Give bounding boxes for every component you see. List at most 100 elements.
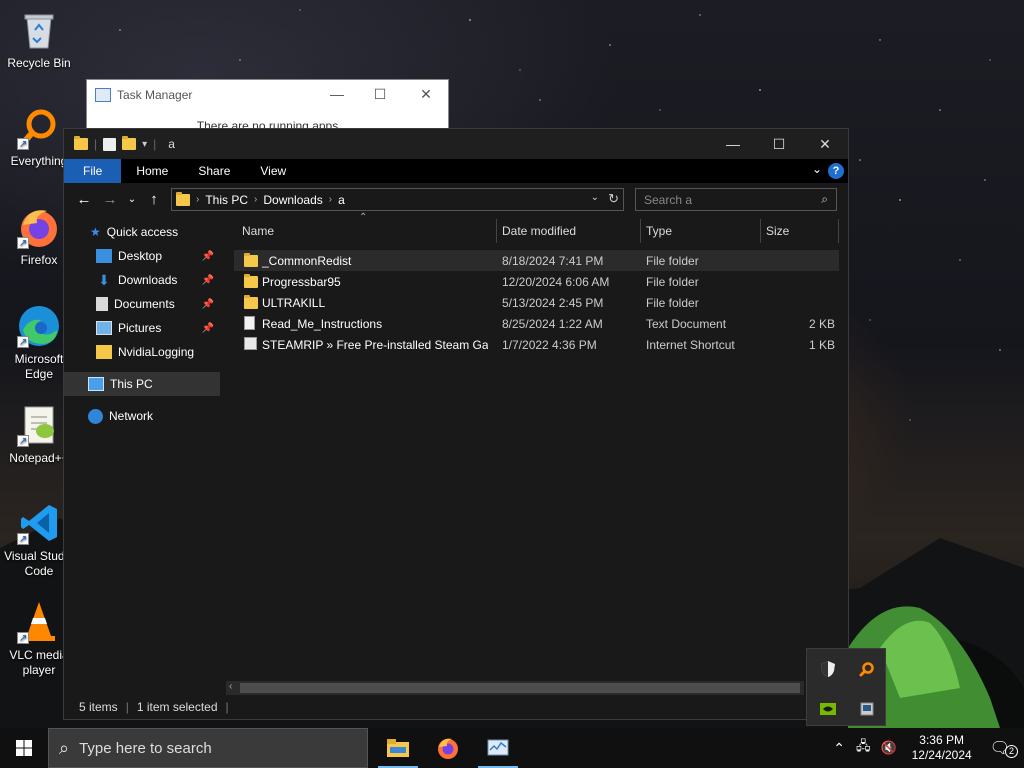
file-date: 12/20/2024 6:06 AM [502, 275, 610, 289]
show-hidden-icons-chevron-icon[interactable]: ⌃ [827, 740, 851, 757]
nav-item-desktop[interactable]: Desktop 📌 [64, 244, 220, 268]
scroll-left-icon[interactable]: ‹ [229, 681, 232, 692]
breadcrumb-a[interactable]: a [338, 193, 345, 207]
volume-muted-icon[interactable]: 🔇 [875, 740, 901, 756]
file-type: File folder [646, 275, 699, 289]
nav-label: Desktop [118, 249, 163, 263]
breadcrumb-downloads[interactable]: Downloads [263, 193, 322, 207]
search-placeholder: Search a [644, 192, 693, 207]
file-row[interactable]: Progressbar95 12/20/2024 6:06 AM File fo… [234, 271, 839, 292]
desktop-icon-label: VLC media player [9, 648, 69, 677]
quick-access-toolbar: | ▾ | a [64, 136, 175, 151]
maximize-icon[interactable]: ☐ [756, 129, 802, 159]
separator: | [153, 137, 157, 151]
close-icon[interactable]: ✕ [411, 86, 441, 103]
tab-file[interactable]: File [64, 159, 122, 183]
sort-ascending-icon: ⌃ [359, 212, 368, 223]
navigation-bar: ← → ⌄ ↑ › This PC › Downloads › a ⌄ ↻ Se… [64, 183, 848, 215]
pin-icon[interactable]: 📌 [202, 275, 214, 286]
column-divider[interactable] [496, 219, 497, 243]
file-row[interactable]: STEAMRIP » Free Pre-installed Steam Ga..… [234, 334, 839, 355]
nav-item-nvidialogging[interactable]: NvidiaLogging [64, 340, 220, 364]
minimize-icon[interactable]: — [710, 129, 756, 159]
column-date-modified[interactable]: Date modified [502, 224, 576, 238]
vlc-cone-icon [17, 600, 61, 646]
nav-label: Downloads [118, 273, 178, 287]
tab-share[interactable]: Share [183, 159, 245, 183]
display-tray-icon[interactable] [857, 699, 877, 719]
pin-icon[interactable]: 📌 [202, 323, 214, 334]
file-explorer-window[interactable]: | ▾ | a — ☐ ✕ File Home Share View ⌄ ? ←… [63, 128, 849, 720]
search-box[interactable]: Search a ⌕ [635, 188, 837, 211]
desktop-icon-recycle-bin[interactable]: Recycle Bin [4, 8, 74, 71]
horizontal-scrollbar[interactable]: ‹ [226, 681, 804, 695]
item-count: 5 items [79, 700, 118, 714]
tab-view[interactable]: View [245, 159, 301, 183]
customize-toolbar-icon[interactable]: ▾ [142, 139, 147, 150]
help-icon[interactable]: ? [828, 163, 844, 179]
file-name: _CommonRedist [262, 254, 352, 268]
firefox-icon [17, 205, 61, 251]
tab-home[interactable]: Home [121, 159, 183, 183]
file-row[interactable]: ULTRAKILL 5/13/2024 2:45 PM File folder [234, 292, 839, 313]
pin-icon[interactable]: 📌 [202, 299, 214, 310]
separator: | [94, 137, 98, 151]
nav-quick-access[interactable]: ★ Quick access [64, 220, 220, 244]
shortcut-arrow-icon [17, 532, 29, 547]
start-button[interactable] [0, 728, 48, 768]
maximize-icon[interactable]: ☐ [365, 86, 395, 103]
forward-arrow-icon[interactable]: → [99, 191, 121, 208]
nav-label: Pictures [118, 321, 162, 335]
task-manager-icon [487, 739, 509, 756]
explorer-titlebar[interactable]: | ▾ | a — ☐ ✕ [64, 129, 848, 159]
column-divider[interactable] [640, 219, 641, 243]
taskbar-search-box[interactable]: ⌕ Type here to search [48, 728, 368, 768]
notification-center-icon[interactable]: 🗨 2 [982, 738, 1024, 758]
properties-icon[interactable] [103, 137, 117, 151]
column-divider[interactable] [760, 219, 761, 243]
pin-icon[interactable]: 📌 [202, 251, 214, 262]
desktop-icon-label: Recycle Bin [7, 56, 71, 70]
nav-item-downloads[interactable]: ⬇ Downloads 📌 [64, 268, 220, 292]
nav-label: This PC [110, 377, 153, 391]
scrollbar-thumb[interactable] [240, 683, 800, 693]
taskbar-file-explorer[interactable] [374, 728, 422, 768]
close-icon[interactable]: ✕ [802, 129, 848, 159]
nav-item-pictures[interactable]: Pictures 📌 [64, 316, 220, 340]
notepad-plus-plus-icon [17, 403, 61, 449]
navigation-pane: ★ Quick access Desktop 📌 ⬇ Downloads 📌 D… [64, 215, 220, 685]
address-bar[interactable]: › This PC › Downloads › a ⌄ ↻ [171, 188, 624, 211]
clock-time: 3:36 PM [919, 733, 964, 747]
new-folder-icon[interactable] [122, 136, 137, 150]
nvidia-icon[interactable] [818, 699, 838, 719]
breadcrumb-this-pc[interactable]: This PC [205, 193, 248, 207]
file-row[interactable]: _CommonRedist 8/18/2024 7:41 PM File fol… [234, 250, 839, 271]
column-type[interactable]: Type [646, 224, 672, 238]
firefox-icon [438, 738, 458, 759]
documents-icon [96, 297, 108, 311]
up-arrow-icon[interactable]: ↑ [143, 191, 165, 208]
network-status-icon[interactable]: 🖧 [851, 737, 876, 759]
clock[interactable]: 3:36 PM 12/24/2024 [902, 733, 982, 763]
file-type: Text Document [646, 317, 727, 331]
notification-count-badge: 2 [1005, 745, 1018, 758]
windows-security-icon[interactable] [818, 659, 838, 679]
column-divider[interactable] [838, 219, 839, 243]
minimize-icon[interactable]: — [322, 86, 352, 102]
taskbar-firefox[interactable] [424, 728, 472, 768]
taskbar-task-manager[interactable] [474, 728, 522, 768]
file-row[interactable]: Read_Me_Instructions 8/25/2024 1:22 AM T… [234, 313, 839, 334]
expand-ribbon-icon[interactable]: ⌄ [812, 162, 822, 176]
nav-network[interactable]: Network [64, 404, 220, 428]
everything-tray-icon[interactable] [857, 659, 877, 679]
nav-this-pc[interactable]: This PC [64, 372, 220, 396]
refresh-icon[interactable]: ↻ [608, 191, 619, 207]
back-arrow-icon[interactable]: ← [73, 191, 95, 208]
recent-locations-icon[interactable]: ⌄ [121, 194, 143, 205]
column-size[interactable]: Size [766, 224, 789, 238]
address-dropdown-icon[interactable]: ⌄ [591, 192, 599, 203]
desktop-icon-label: Notepad++ [9, 451, 69, 465]
file-size: 2 KB [808, 317, 835, 331]
column-name[interactable]: Name [242, 224, 274, 238]
nav-item-documents[interactable]: Documents 📌 [64, 292, 220, 316]
